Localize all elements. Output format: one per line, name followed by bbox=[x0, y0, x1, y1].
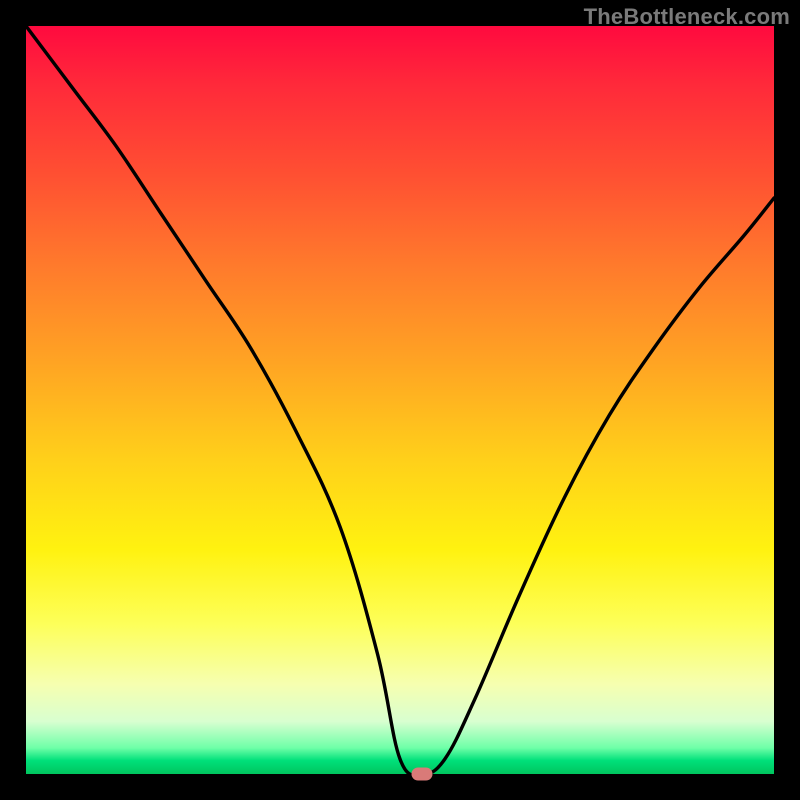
watermark-text: TheBottleneck.com bbox=[584, 4, 790, 30]
plot-area bbox=[26, 26, 774, 774]
optimal-point-marker bbox=[412, 768, 433, 781]
chart-frame: TheBottleneck.com bbox=[0, 0, 800, 800]
bottleneck-curve bbox=[26, 26, 774, 774]
